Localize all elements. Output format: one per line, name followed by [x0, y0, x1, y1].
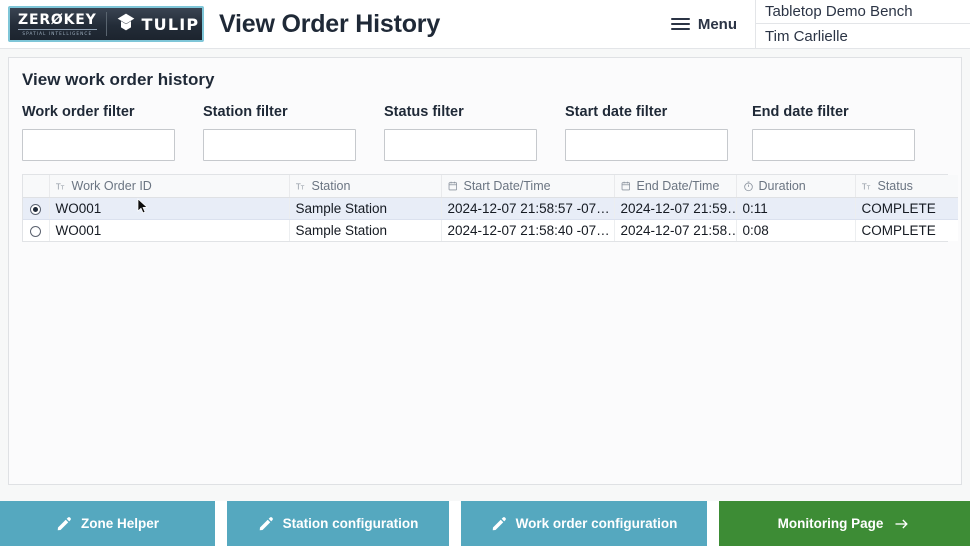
table-header: T T Work Order ID T T Station Start Date… — [23, 175, 958, 198]
monitoring-page-button-label: Monitoring Page — [777, 516, 884, 531]
filter-end-date-label: End date filter — [752, 104, 849, 120]
table-row[interactable]: WO001 Sample Station 2024-12-07 21:58:57… — [23, 197, 958, 220]
app-header: ZERØKEY SPATIAL INTELLIGENCE TULIP View … — [0, 0, 970, 49]
table-row[interactable]: WO001 Sample Station 2024-12-07 21:58:40… — [23, 219, 958, 241]
work-order-filter-input[interactable] — [22, 129, 175, 161]
row-select-cell[interactable] — [23, 197, 50, 220]
column-header-status[interactable]: T T Status — [855, 175, 958, 198]
column-header-label: Station — [311, 179, 351, 193]
application-window: ZERØKEY SPATIAL INTELLIGENCE TULIP View … — [0, 0, 970, 546]
menu-button[interactable]: Menu — [670, 0, 755, 48]
work-order-table: T T Work Order ID T T Station Start Date… — [23, 175, 958, 241]
cell-end-datetime: 2024-12-07 21:59… — [614, 197, 737, 220]
row-select-cell[interactable] — [23, 219, 50, 241]
station-configuration-button-label: Station configuration — [282, 516, 419, 531]
card-title: View work order history — [22, 70, 215, 89]
column-header-label: End Date/Time — [636, 179, 720, 193]
station-name: Tabletop Demo Bench — [756, 0, 970, 24]
arrow-right-icon — [892, 516, 911, 532]
cell-station: Sample Station — [289, 197, 442, 220]
menu-button-label: Menu — [697, 15, 737, 33]
column-header-label: Start Date/Time — [463, 179, 551, 193]
footer-toolbar: Zone Helper Station configuration Work o… — [0, 501, 970, 546]
tulip-logo: TULIP — [107, 12, 200, 37]
filter-work-order-label: Work order filter — [22, 104, 135, 120]
work-order-configuration-button[interactable]: Work order configuration — [461, 501, 707, 546]
zone-helper-button-label: Zone Helper — [80, 516, 159, 531]
cell-status: COMPLETE — [855, 197, 958, 220]
column-header-work-order-id[interactable]: T T Work Order ID — [49, 175, 290, 198]
column-header-station[interactable]: T T Station — [289, 175, 442, 198]
hamburger-menu-icon — [670, 18, 690, 30]
text-type-icon: T T — [862, 180, 874, 192]
cell-duration: 0:11 — [736, 197, 856, 220]
tulip-wordmark: TULIP — [141, 14, 200, 34]
zerokey-tagline: SPATIAL INTELLIGENCE — [22, 30, 93, 36]
zerokey-wordmark: ZERØKEY — [18, 11, 97, 28]
cell-work-order-id: WO001 — [49, 197, 290, 220]
station-filter-input[interactable] — [203, 129, 356, 161]
status-filter-input[interactable] — [384, 129, 537, 161]
pencil-icon — [258, 516, 274, 532]
start-date-filter-input[interactable] — [565, 129, 728, 161]
cell-status: COMPLETE — [861, 223, 936, 238]
row-radio-button[interactable] — [30, 225, 42, 237]
pencil-icon — [56, 516, 72, 532]
work-order-table-container: T T Work Order ID T T Station Start Date… — [22, 174, 958, 242]
cell-start-datetime: 2024-12-07 21:58:40 -07… — [441, 219, 615, 241]
station-configuration-button[interactable]: Station configuration — [227, 501, 449, 546]
page-body: View work order history Work order filte… — [0, 49, 970, 501]
user-name: Tim Carlielle — [765, 27, 848, 45]
calendar-icon — [621, 180, 633, 192]
brand-logo: ZERØKEY SPATIAL INTELLIGENCE TULIP — [8, 6, 204, 42]
clock-icon — [743, 180, 755, 192]
cell-work-order-id: WO001 — [49, 219, 290, 241]
filter-work-order: Work order filter — [22, 104, 175, 161]
text-type-icon: T T — [56, 180, 68, 192]
column-header-select — [23, 175, 50, 198]
filter-bar: Work order filter Station filter Status … — [9, 90, 961, 161]
svg-text:T: T — [300, 185, 305, 191]
page-title: View Order History — [219, 9, 441, 38]
work-order-history-card: View work order history Work order filte… — [8, 57, 962, 485]
text-type-icon: T T — [296, 180, 308, 192]
table-header-row: T T Work Order ID T T Station Start Date… — [23, 175, 958, 198]
end-date-filter-input[interactable] — [752, 129, 915, 161]
column-header-label: Status — [877, 179, 913, 193]
filter-start-date-label: Start date filter — [565, 104, 668, 120]
row-radio-button[interactable] — [30, 203, 42, 215]
filter-start-date: Start date filter — [565, 104, 728, 161]
zerokey-rule — [18, 28, 97, 30]
filter-station-label: Station filter — [203, 104, 288, 120]
column-header-start-datetime[interactable]: Start Date/Time — [441, 175, 615, 198]
column-header-label: Work Order ID — [71, 179, 152, 193]
zerokey-logo: ZERØKEY SPATIAL INTELLIGENCE — [18, 11, 106, 36]
calendar-icon — [448, 180, 460, 192]
column-header-duration[interactable]: Duration — [736, 175, 856, 198]
user-info-panel: Tabletop Demo Bench Tim Carlielle — [755, 0, 970, 49]
filter-status-label: Status filter — [384, 104, 464, 120]
column-header-end-datetime[interactable]: End Date/Time — [614, 175, 737, 198]
cell-end-datetime: 2024-12-07 21:58… — [614, 219, 737, 241]
filter-end-date: End date filter — [752, 104, 915, 161]
filter-station: Station filter — [203, 104, 356, 161]
filter-status: Status filter — [384, 104, 537, 161]
cell-duration: 0:08 — [736, 219, 856, 241]
work-order-configuration-button-label: Work order configuration — [515, 516, 678, 531]
monitoring-page-button[interactable]: Monitoring Page — [719, 501, 970, 546]
tulip-diamond-icon — [116, 12, 136, 37]
zone-helper-button[interactable]: Zone Helper — [0, 501, 215, 546]
column-header-label: Duration — [758, 179, 806, 193]
table-body: WO001 Sample Station 2024-12-07 21:58:57… — [23, 197, 958, 241]
svg-text:T: T — [866, 185, 871, 191]
svg-text:T: T — [60, 185, 65, 191]
pencil-icon — [491, 516, 507, 532]
cell-station: Sample Station — [289, 219, 442, 241]
cell-start-datetime: 2024-12-07 21:58:57 -07… — [441, 197, 615, 220]
